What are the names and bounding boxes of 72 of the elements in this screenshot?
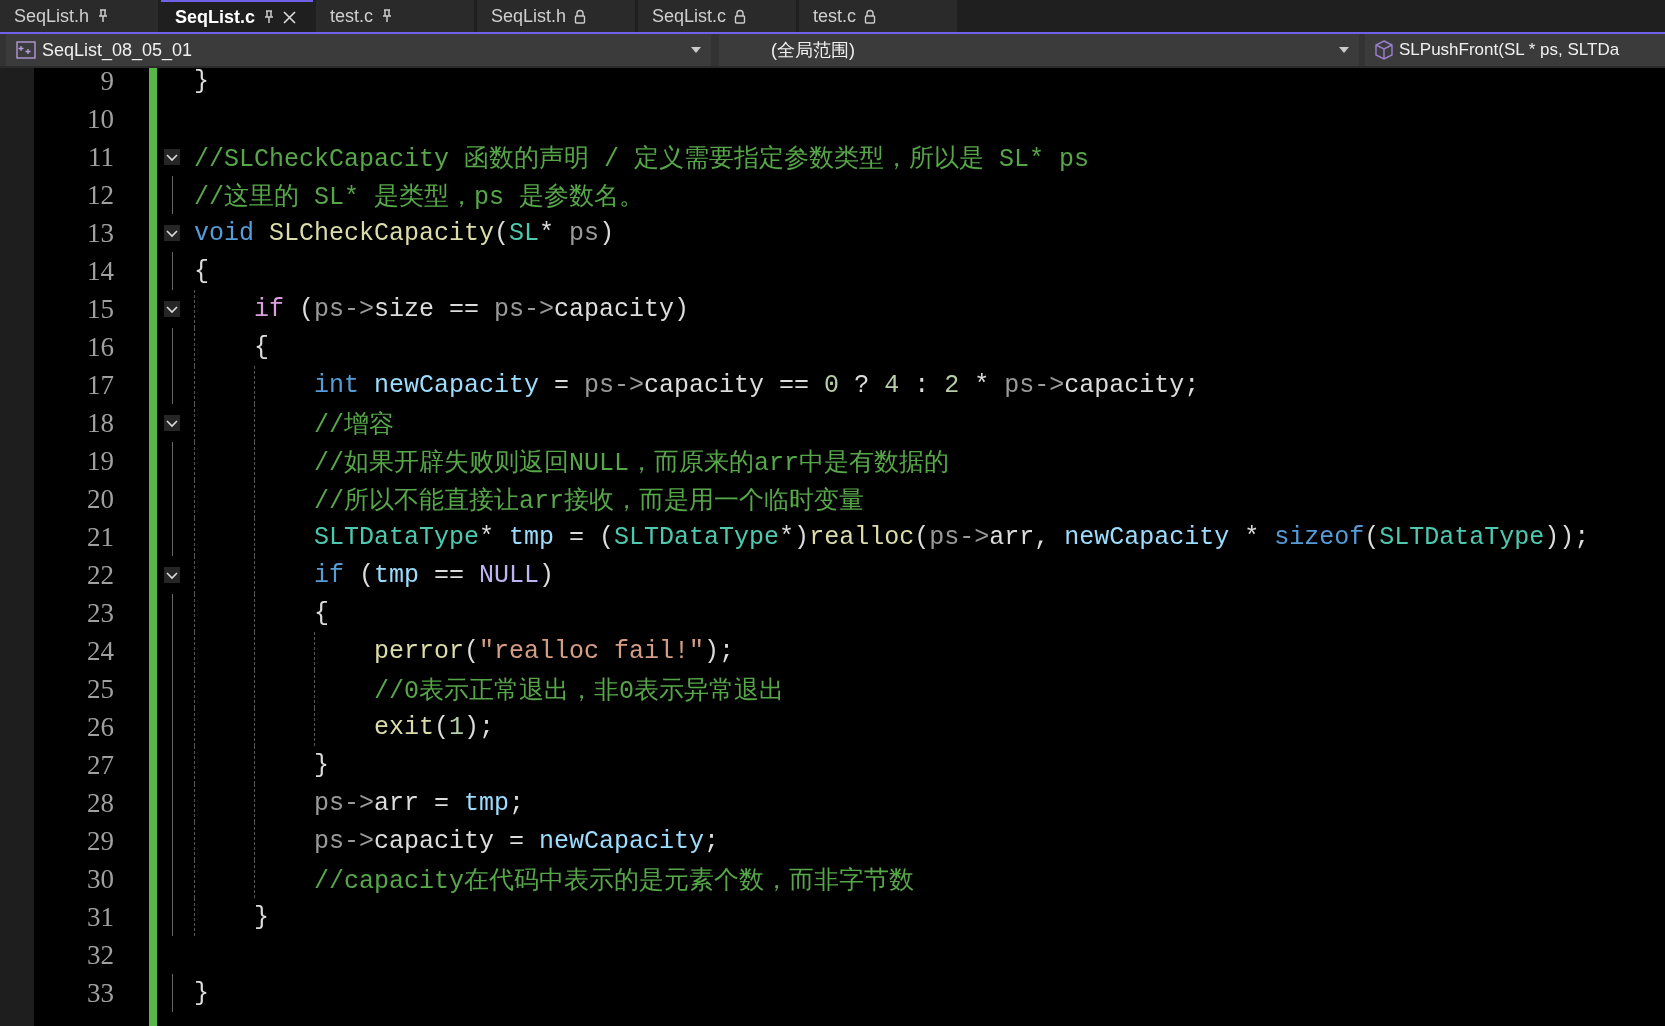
code-line: { xyxy=(194,256,209,286)
code-line: //所以不能直接让arr接收，而是用一个临时变量 xyxy=(314,485,864,516)
line-number: 19 xyxy=(87,445,114,477)
caret-icon xyxy=(1339,47,1349,53)
line-number: 9 xyxy=(100,68,114,97)
file-tab[interactable]: SeqList.c xyxy=(638,0,796,32)
pin-icon[interactable] xyxy=(97,9,110,23)
line-number: 26 xyxy=(87,711,114,743)
lock-icon xyxy=(574,8,587,24)
line-number: 18 xyxy=(87,407,114,439)
line-number: 31 xyxy=(87,901,114,933)
code-line: { xyxy=(314,598,329,628)
code-line: ps->arr = tmp; xyxy=(314,788,525,818)
pin-icon[interactable] xyxy=(263,10,276,24)
code-line: exit(1); xyxy=(374,712,495,742)
close-icon[interactable] xyxy=(283,10,297,24)
line-number: 12 xyxy=(87,179,114,211)
member-dropdown[interactable]: SLPushFront(SL * ps, SLTDa xyxy=(1365,34,1665,66)
code-line: //SLCheckCapacity 函数的声明 / 定义需要指定参数类型，所以是 SL* ps xyxy=(194,143,1090,174)
code-line: SLTDataType* tmp = (SLTDataType*)realloc(ps->arr, newCapacity * sizeof(SLTDataType)); xyxy=(314,522,1590,552)
line-number: 15 xyxy=(87,293,114,325)
pin-icon[interactable] xyxy=(381,9,393,23)
code-line: int newCapacity = ps->capacity == 0 ? 4 : 2 * ps->capacity; xyxy=(314,370,1200,400)
line-number: 17 xyxy=(87,369,114,401)
lock-icon xyxy=(734,8,747,24)
line-number: 27 xyxy=(87,749,114,781)
code-line: //增容 xyxy=(314,409,394,440)
line-number: 14 xyxy=(87,255,114,287)
lock-icon xyxy=(864,8,876,24)
code-line: if (ps->size == ps->capacity) xyxy=(254,294,690,324)
file-tab[interactable]: test.c xyxy=(799,0,957,32)
line-number: 28 xyxy=(87,787,114,819)
line-number: 11 xyxy=(88,141,114,173)
line-number: 30 xyxy=(87,863,114,895)
line-number: 10 xyxy=(87,103,114,135)
collapse-icon[interactable] xyxy=(164,415,180,431)
line-number: 24 xyxy=(87,635,114,667)
file-tab[interactable]: SeqList.h xyxy=(477,0,635,32)
code-line: ps->capacity = newCapacity; xyxy=(314,826,720,856)
code-line: //这里的 SL* 是类型，ps 是参数名。 xyxy=(194,181,645,212)
collapse-icon[interactable] xyxy=(164,301,180,317)
collapse-icon[interactable] xyxy=(164,567,180,583)
line-number: 25 xyxy=(87,673,114,705)
code-line: //如果开辟失败则返回NULL，而原来的arr中是有数据的 xyxy=(314,447,950,478)
line-number: 13 xyxy=(87,217,114,249)
cube-icon xyxy=(1375,40,1393,60)
line-number: 32 xyxy=(87,939,114,971)
file-tab[interactable]: SeqList.h xyxy=(0,0,158,32)
line-number: 16 xyxy=(87,331,114,363)
code-line: void SLCheckCapacity(SL* ps) xyxy=(194,218,615,248)
project-icon xyxy=(16,41,36,59)
code-line: } xyxy=(314,750,329,780)
line-number: 22 xyxy=(87,559,114,591)
caret-icon xyxy=(691,47,701,53)
scope-dropdown[interactable]: (全局范围) xyxy=(719,34,1359,66)
line-number: 23 xyxy=(87,597,114,629)
code-line: if (tmp == NULL) xyxy=(314,560,555,590)
project-dropdown[interactable]: SeqList_08_05_01 xyxy=(6,34,711,66)
line-number: 21 xyxy=(87,521,114,553)
collapse-icon[interactable] xyxy=(164,149,180,165)
line-number: 33 xyxy=(87,977,114,1009)
collapse-icon[interactable] xyxy=(164,225,180,241)
code-line: } xyxy=(254,902,269,932)
code-line: } xyxy=(194,68,209,96)
code-line: //0表示正常退出，非0表示异常退出 xyxy=(374,675,784,706)
code-line: //capacity在代码中表示的是元素个数，而非字节数 xyxy=(314,865,915,896)
line-number: 29 xyxy=(87,825,114,857)
line-number: 20 xyxy=(87,483,114,515)
code-line: } xyxy=(194,978,209,1008)
code-line: { xyxy=(254,332,269,362)
file-tab[interactable]: test.c xyxy=(316,0,474,32)
code-line: perror("realloc fail!"); xyxy=(374,636,735,666)
